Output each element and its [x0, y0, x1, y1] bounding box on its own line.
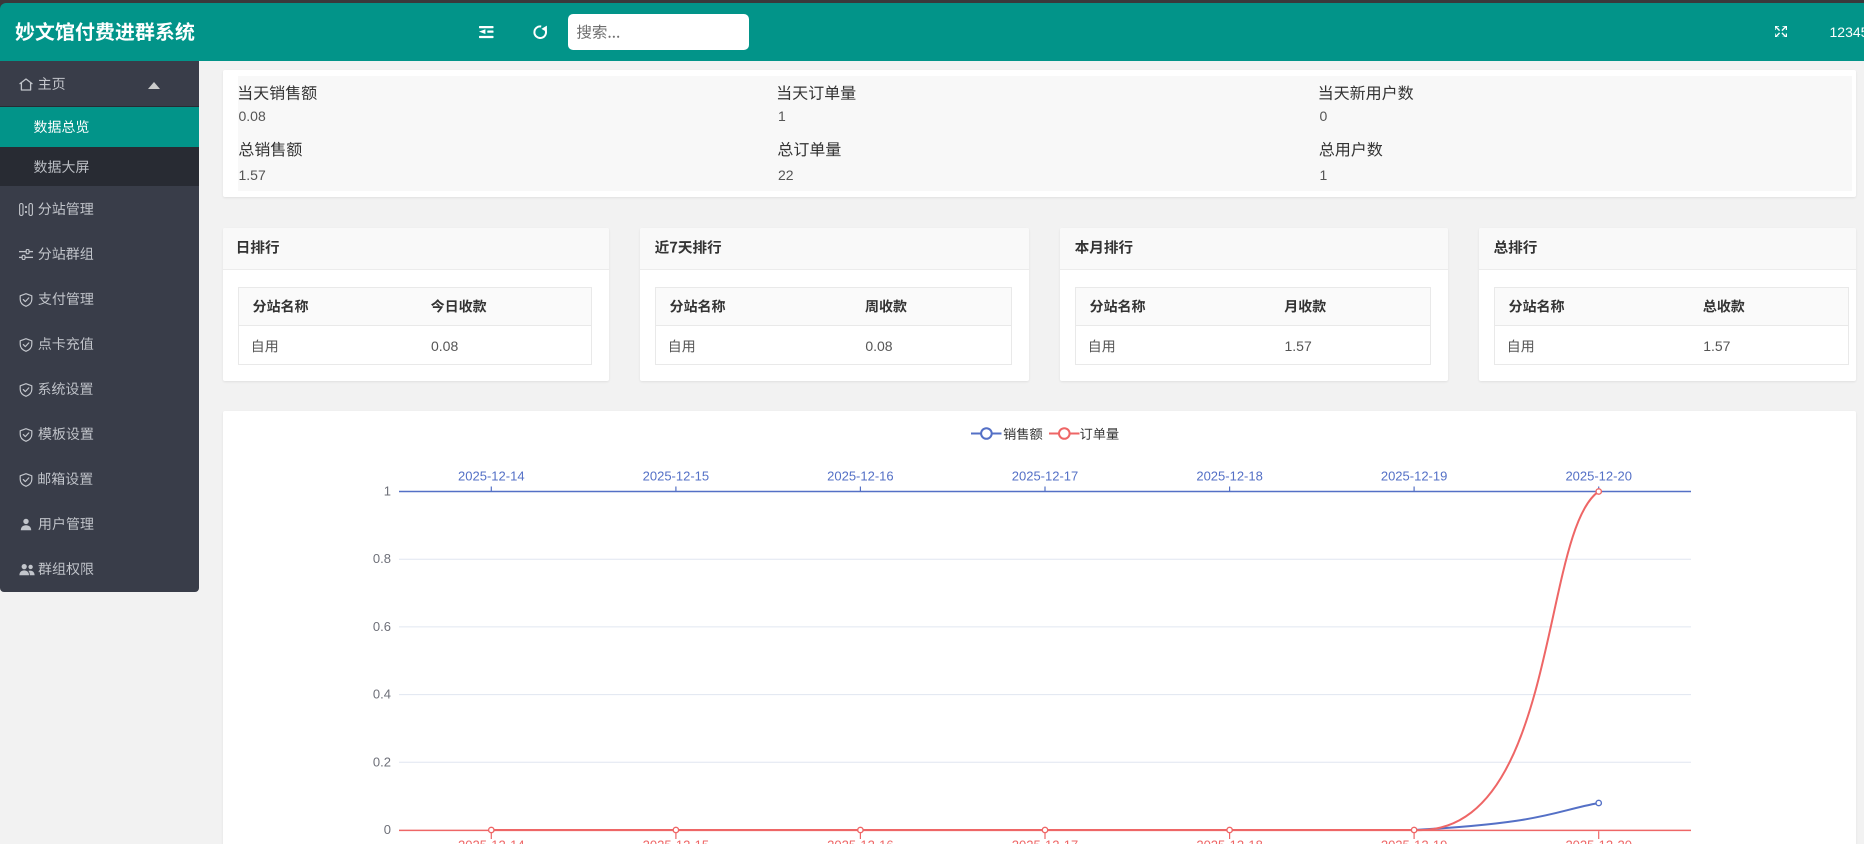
svg-text:2025-12-19: 2025-12-19	[1381, 469, 1448, 484]
svg-text:2025-12-14: 2025-12-14	[458, 838, 525, 844]
svg-text:2025-12-18: 2025-12-18	[1196, 838, 1263, 844]
svg-text:0: 0	[384, 822, 391, 837]
svg-text:2025-12-18: 2025-12-18	[1196, 469, 1263, 484]
svg-text:2025-12-15: 2025-12-15	[643, 838, 710, 844]
svg-text:2025-12-16: 2025-12-16	[827, 838, 894, 844]
svg-text:2025-12-17: 2025-12-17	[1012, 469, 1079, 484]
svg-text:2025-12-14: 2025-12-14	[458, 469, 525, 484]
svg-text:2025-12-16: 2025-12-16	[827, 469, 894, 484]
svg-text:0.8: 0.8	[373, 551, 391, 566]
svg-text:2025-12-15: 2025-12-15	[643, 469, 710, 484]
svg-text:1: 1	[384, 484, 391, 499]
svg-text:2025-12-17: 2025-12-17	[1012, 838, 1079, 844]
svg-text:2025-12-19: 2025-12-19	[1381, 838, 1448, 844]
svg-text:2025-12-20: 2025-12-20	[1565, 469, 1632, 484]
svg-text:0.4: 0.4	[373, 687, 391, 702]
svg-text:2025-12-20: 2025-12-20	[1565, 838, 1632, 844]
svg-text:0.6: 0.6	[373, 619, 391, 634]
svg-text:0.2: 0.2	[373, 754, 391, 769]
